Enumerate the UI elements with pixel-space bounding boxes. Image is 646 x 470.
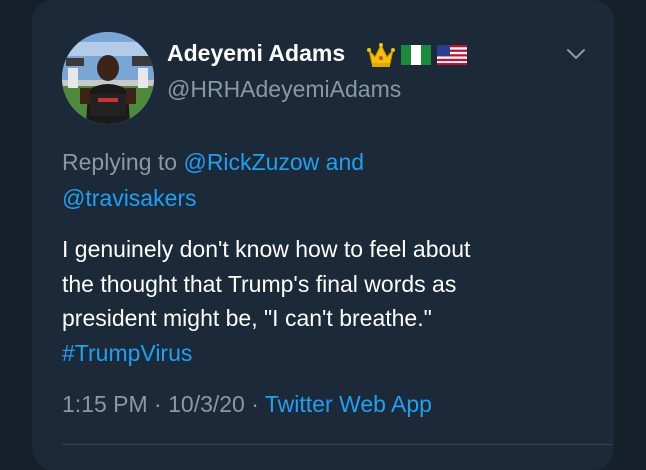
tweet-text-line: I genuinely don't know how to feel about [62, 236, 471, 262]
display-name[interactable]: Adeyemi Adams [167, 40, 345, 67]
reply-prefix: Replying to [62, 149, 178, 175]
reply-mention-rickzuzow[interactable]: @RickZuzow [183, 149, 319, 175]
tweet-meta: 1:15 PM · 10/3/20 · Twitter Web App [62, 391, 432, 418]
avatar[interactable] [62, 32, 154, 124]
name-emoji-group [367, 42, 467, 68]
chevron-down-icon[interactable] [565, 46, 587, 62]
reply-and: and [325, 149, 365, 175]
meta-separator: · [251, 391, 259, 417]
tweet-text-line: the thought that Trump's final words as [62, 270, 457, 297]
tweet-text: I genuinely don't know how to feel about… [62, 232, 572, 370]
crown-icon [367, 43, 395, 67]
tweet-time[interactable]: 1:15 PM [62, 391, 148, 417]
tweet-date[interactable]: 10/3/20 [168, 391, 245, 417]
meta-separator: · [154, 391, 162, 417]
tweet-source-link[interactable]: Twitter Web App [265, 391, 432, 417]
replying-to: Replying to @RickZuzow and @travisakers [62, 144, 562, 216]
avatar-image [62, 32, 154, 124]
divider [62, 444, 612, 445]
usa-flag-icon [437, 45, 467, 65]
hashtag-link[interactable]: #TrumpVirus [62, 340, 192, 366]
tweet-text-line: president might be, "I can't breathe." [62, 305, 432, 331]
reply-mention-travisakers[interactable]: @travisakers [62, 185, 197, 211]
user-handle[interactable]: @HRHAdeyemiAdams [167, 76, 401, 103]
nigeria-flag-icon [401, 45, 431, 65]
